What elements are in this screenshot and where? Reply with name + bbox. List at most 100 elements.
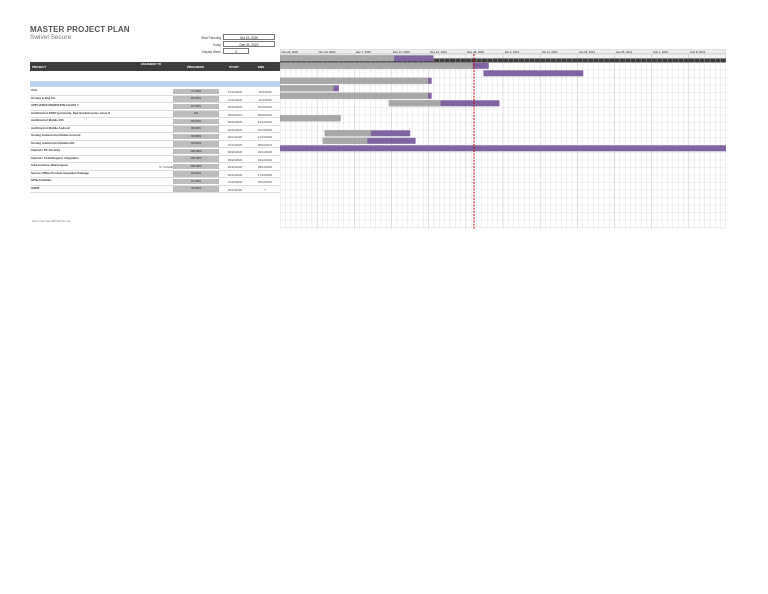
gantt-bar-remaining xyxy=(333,85,339,92)
display-week-field[interactable]: 3 xyxy=(223,48,249,54)
end-date: 05/02/2021 xyxy=(257,112,273,117)
gantt-bar-progress xyxy=(280,77,429,84)
project-name: Infrastructure Maintenance xyxy=(31,163,69,168)
start-date: 21/12/2020 xyxy=(227,97,243,102)
gantt-bar-remaining xyxy=(440,100,500,107)
start-date: 26/10/2020 xyxy=(227,127,243,132)
table-row[interactable]: Secure Offline Product Upgrades PackageP… xyxy=(30,170,280,178)
start-date: 21/12/2020 xyxy=(227,90,243,94)
table-row[interactable]: SPNs FacilitiesP.Garcia57.00%01/12/20201… xyxy=(30,178,280,186)
start-date: 26/10/2020 xyxy=(227,165,243,169)
gantt-bar-remaining xyxy=(472,62,489,69)
gantt-bar-progress xyxy=(388,100,441,107)
table-row[interactable]: AuthControl Mobile AndroidD.Silva98.00%2… xyxy=(30,125,280,133)
gantt-chart: Nov 23, 2020 Nov 30, 2020 Dec 7, 2020 Dec 1… xyxy=(280,49,726,229)
gantt-bar-remaining xyxy=(367,137,416,144)
start-date: 16/12/2020 xyxy=(227,142,243,147)
end-date: 21/12/2020 xyxy=(257,135,273,139)
progress-value: 56.00% xyxy=(173,171,219,177)
table-row[interactable]: AuthControl SSSP (premium), Red Hat Ente… xyxy=(30,110,280,118)
start-planning-field[interactable]: Oct 19, 2020 xyxy=(223,34,275,40)
progress-value: 100.00% xyxy=(173,148,219,155)
gantt-bar-progress xyxy=(280,92,429,99)
week-label: Jan 11, 2021 xyxy=(542,50,558,54)
project-name: AuthControl SSSP (premium), Red Hat Ente… xyxy=(31,110,110,115)
today-field[interactable]: Dec 31, 2020 xyxy=(223,41,275,47)
start-date: 05/01/2021 xyxy=(227,112,243,117)
gantt-bar-progress xyxy=(280,55,395,62)
week-label: Dec 14, 2020 xyxy=(393,50,410,54)
table-row[interactable]: Testing AuthControl Mobile AndroidZ.Gonz… xyxy=(30,133,280,141)
gantt-bar-remaining xyxy=(428,77,432,84)
today-label: Today xyxy=(212,43,221,47)
end-date: 21/12/2020 xyxy=(257,120,273,124)
section-band xyxy=(30,81,280,87)
start-date: 09/10/2020 xyxy=(227,150,243,154)
gantt-bar-remaining xyxy=(428,92,432,99)
table-row[interactable]: Testing & Bug FixD. Bardo80.00%21/12/202… xyxy=(30,95,280,103)
week-label: Feb 8, 2021 xyxy=(690,50,705,54)
gantt-bar-remaining xyxy=(483,70,584,77)
week-label: Jan 18, 2021 xyxy=(579,50,596,54)
progress-value: 100.00% xyxy=(173,163,219,170)
gantt-bar-progress xyxy=(322,137,368,144)
footnote: insert new rows ABOVE this one xyxy=(32,220,71,223)
project-name: Testing AuthControl Mobile iOS xyxy=(31,140,75,145)
start-date: 30/10/2020 xyxy=(227,105,243,109)
page-title: MASTER PROJECT PLAN xyxy=(30,25,130,34)
end-date: 08/11/2020 xyxy=(257,165,273,169)
week-label: Feb 1, 2021 xyxy=(653,50,668,54)
week-label: Dec 7, 2020 xyxy=(356,50,372,54)
start-date: 02/11/2020 xyxy=(227,135,243,139)
table-row[interactable]: APPLIANCE MIGRATION CentOS 7P.Garcia87.0… xyxy=(30,103,280,111)
progress-value: 87.00% xyxy=(173,103,219,110)
end-date: 17/12/2020 xyxy=(257,172,273,177)
progress-value: 71.00% xyxy=(173,88,219,95)
week-label: Jan 4, 2021 xyxy=(505,50,520,54)
end-date: 08/01/2021 xyxy=(257,142,273,147)
progress-value: 30.00% xyxy=(173,186,219,192)
header-project: PROJECT xyxy=(32,64,47,69)
start-date: 02/12/2020 xyxy=(227,172,243,177)
project-name: AuthControl Mobile iOS xyxy=(31,118,64,123)
gantt-bar-remaining xyxy=(394,55,434,62)
gantt-bar-remaining xyxy=(280,145,726,152)
gantt-bar-progress xyxy=(280,62,473,69)
table-row[interactable]: Internal / PC SecurityR. Carvalho100.00%… xyxy=(30,148,280,156)
page-subtitle: Swivel Secure xyxy=(30,34,72,41)
week-label: Dec 28, 2020 xyxy=(467,50,484,54)
project-name: AuthControl Mobile Android xyxy=(31,125,70,130)
week-label: Nov 23, 2020 xyxy=(282,50,299,54)
progress-value: 57.00% xyxy=(173,178,219,185)
gantt-bar-progress xyxy=(324,130,372,137)
table-row[interactable]: ACSR.Willets71.00%21/12/202016/1/2020 xyxy=(30,88,280,96)
week-label: Jan 25, 2021 xyxy=(616,50,633,54)
start-date: 02/11/2020 xyxy=(227,187,243,192)
project-name: APPLIANCE MIGRATION CentOS 7 xyxy=(31,103,79,108)
header-end: END xyxy=(258,64,265,69)
table-row[interactable]: Infrastructure MaintenanceR. Carvalho / … xyxy=(30,163,280,171)
table-row[interactable]: AuthControl Mobile iOSD.Silva99.00%09/10… xyxy=(30,118,280,126)
start-date: 09/10/2020 xyxy=(227,157,243,162)
progress-value: 55.00% xyxy=(173,141,219,147)
project-name: Testing & Bug Fix xyxy=(31,95,56,100)
project-name: SPNs Facilities xyxy=(31,178,52,183)
progress-value: 99.00% xyxy=(173,133,219,140)
end-date: 18/12/2020 xyxy=(257,180,273,184)
table-row[interactable]: GDPRE. Bardo30.00%02/11/2020? xyxy=(30,185,280,193)
start-date: 01/12/2020 xyxy=(227,180,243,184)
end-date: ? xyxy=(264,187,266,192)
project-name: ACS xyxy=(31,88,38,93)
progress-value: 0% xyxy=(173,111,219,117)
header-progress: PROGRESS xyxy=(187,64,205,69)
project-name: Secure Offline Product Upgrades Package xyxy=(31,170,89,175)
project-name: Internal / PC Security xyxy=(31,148,61,153)
header-start: START xyxy=(229,64,239,69)
gantt-bar-remaining xyxy=(370,130,411,137)
week-label: Dec 21, 2020 xyxy=(430,50,447,54)
end-date: 03/12/2020 xyxy=(257,127,273,132)
progress-value: 99.00% xyxy=(173,118,219,125)
project-name: GDPR xyxy=(31,185,40,190)
table-row[interactable]: Internal / TicketSupport integrationR. C… xyxy=(30,156,280,163)
table-row[interactable]: Testing AuthControl Mobile iOSZ.Gonzalez… xyxy=(30,140,280,148)
